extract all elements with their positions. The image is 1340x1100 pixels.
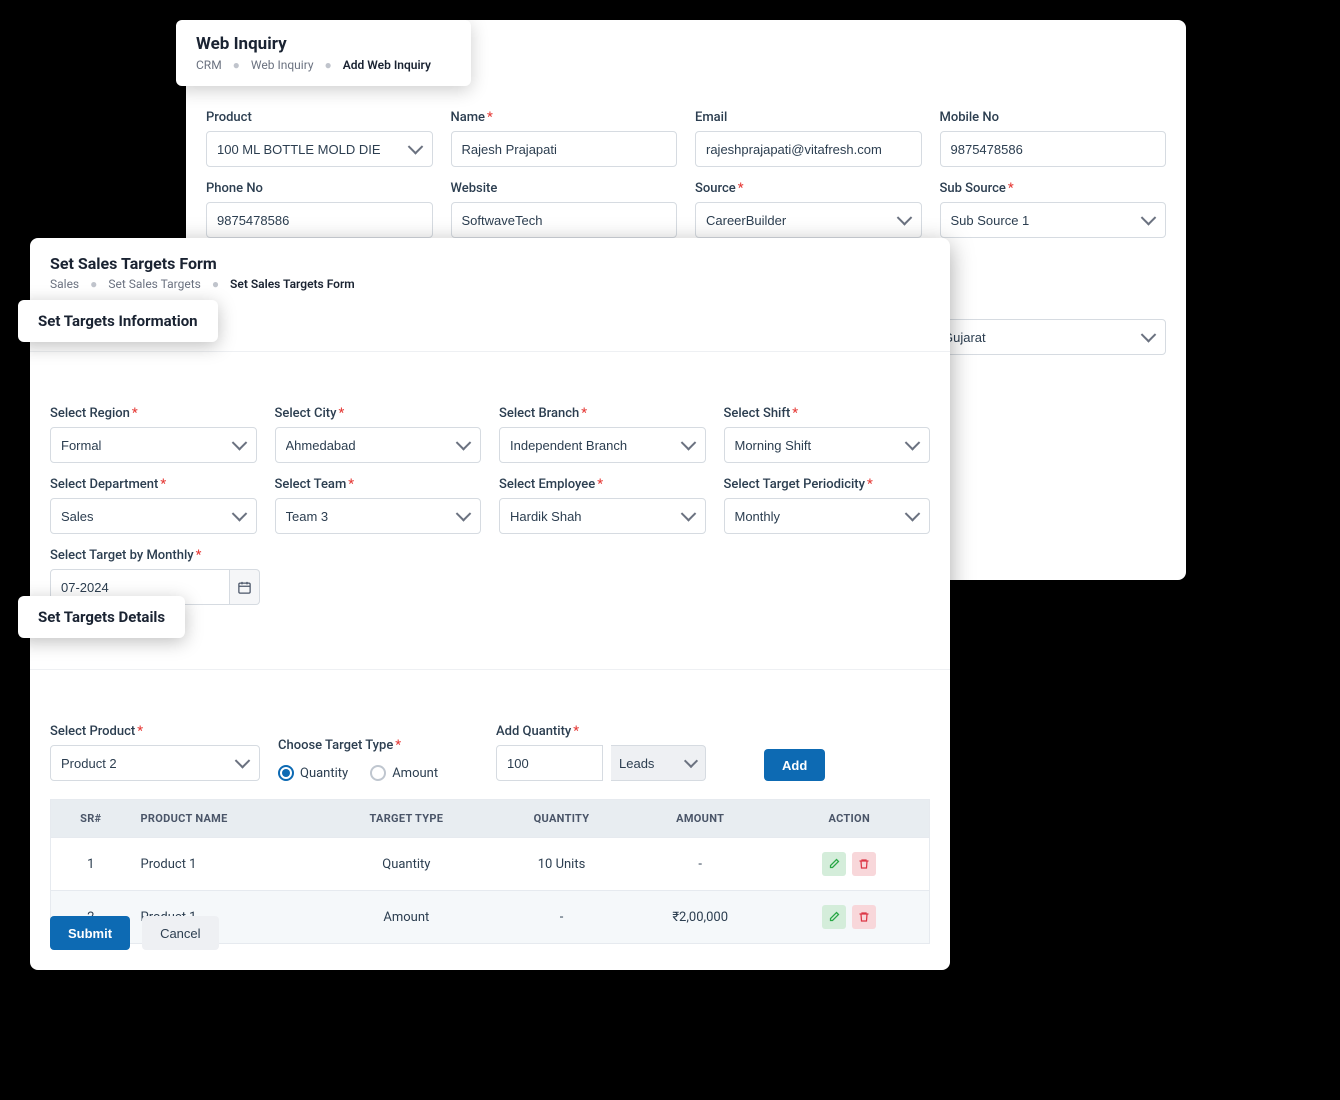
add-button[interactable]: Add <box>764 749 825 781</box>
product-label: Product <box>206 110 433 125</box>
periodicity-select[interactable] <box>724 498 931 534</box>
cancel-button[interactable]: Cancel <box>142 916 218 950</box>
target-month-label: Select Target by Monthly* <box>50 548 260 563</box>
delete-button[interactable] <box>852 905 876 929</box>
subsource-select[interactable] <box>940 202 1167 238</box>
col-qty: QUANTITY <box>492 800 631 838</box>
product-select[interactable] <box>206 131 433 167</box>
quantity-input[interactable] <box>496 745 603 781</box>
subsource-label: Sub Source* <box>940 181 1167 196</box>
page-title: Web Inquiry <box>196 34 431 54</box>
radio-icon <box>278 765 294 781</box>
add-quantity-label: Add Quantity* <box>496 724 706 739</box>
submit-button[interactable]: Submit <box>50 916 130 950</box>
quantity-unit-select[interactable] <box>611 745 706 781</box>
phone-input[interactable] <box>206 202 433 238</box>
name-label: Name* <box>451 110 678 125</box>
edit-button[interactable] <box>822 852 846 876</box>
edit-icon <box>828 858 840 870</box>
section-title-details: Set Targets Details <box>18 596 185 638</box>
calendar-button[interactable] <box>230 569 260 605</box>
phone-label: Phone No <box>206 181 433 196</box>
branch-label: Select Branch* <box>499 406 706 421</box>
sales-header: Set Sales Targets Form Sales ● Set Sales… <box>30 238 950 301</box>
branch-select[interactable] <box>499 427 706 463</box>
col-amt: AMOUNT <box>631 800 770 838</box>
team-label: Select Team* <box>275 477 482 492</box>
page-title: Set Sales Targets Form <box>50 254 930 273</box>
breadcrumb: Sales ● Set Sales Targets ● Set Sales Ta… <box>50 277 930 291</box>
sales-targets-panel: Set Sales Targets Form Sales ● Set Sales… <box>30 238 950 970</box>
email-input[interactable] <box>695 131 922 167</box>
breadcrumb-current: Set Sales Targets Form <box>230 277 355 291</box>
trash-icon <box>858 911 870 923</box>
col-sr: SR# <box>51 800 131 838</box>
region-select[interactable] <box>50 427 257 463</box>
product-select[interactable] <box>50 745 260 781</box>
radio-icon <box>370 765 386 781</box>
department-label: Select Department* <box>50 477 257 492</box>
breadcrumb-item[interactable]: Web Inquiry <box>251 58 314 72</box>
radio-amount[interactable]: Amount <box>370 765 438 781</box>
team-select[interactable] <box>275 498 482 534</box>
col-name: PRODUCT NAME <box>131 800 321 838</box>
email-label: Email <box>695 110 922 125</box>
web-inquiry-header: Web Inquiry CRM ● Web Inquiry ● Add Web … <box>176 20 471 86</box>
edit-button[interactable] <box>822 905 846 929</box>
breadcrumb: CRM ● Web Inquiry ● Add Web Inquiry <box>196 58 431 72</box>
col-type: TARGET TYPE <box>321 800 493 838</box>
breadcrumb-item[interactable]: CRM <box>196 58 222 72</box>
city-select[interactable] <box>275 427 482 463</box>
website-input[interactable] <box>451 202 678 238</box>
source-label: Source* <box>695 181 922 196</box>
mobile-input[interactable] <box>940 131 1167 167</box>
employee-label: Select Employee* <box>499 477 706 492</box>
employee-select[interactable] <box>499 498 706 534</box>
target-type-label: Choose Target Type* <box>278 738 478 753</box>
breadcrumb-current: Add Web Inquiry <box>343 58 431 72</box>
periodicity-label: Select Target Periodicity* <box>724 477 931 492</box>
state-select[interactable] <box>932 319 1166 355</box>
website-label: Website <box>451 181 678 196</box>
mobile-label: Mobile No <box>940 110 1167 125</box>
section-title-info: Set Targets Information <box>18 300 218 342</box>
breadcrumb-item[interactable]: Set Sales Targets <box>108 277 200 291</box>
department-select[interactable] <box>50 498 257 534</box>
delete-button[interactable] <box>852 852 876 876</box>
col-action: ACTION <box>770 800 930 838</box>
edit-icon <box>828 911 840 923</box>
name-input[interactable] <box>451 131 678 167</box>
trash-icon <box>858 858 870 870</box>
region-label: Select Region* <box>50 406 257 421</box>
breadcrumb-item[interactable]: Sales <box>50 277 79 291</box>
source-select[interactable] <box>695 202 922 238</box>
city-label: Select City* <box>275 406 482 421</box>
radio-quantity[interactable]: Quantity <box>278 765 348 781</box>
shift-select[interactable] <box>724 427 931 463</box>
table-row: 1 Product 1 Quantity 10 Units - <box>51 838 930 891</box>
shift-label: Select Shift* <box>724 406 931 421</box>
select-product-label: Select Product* <box>50 724 260 739</box>
calendar-icon <box>237 580 252 595</box>
